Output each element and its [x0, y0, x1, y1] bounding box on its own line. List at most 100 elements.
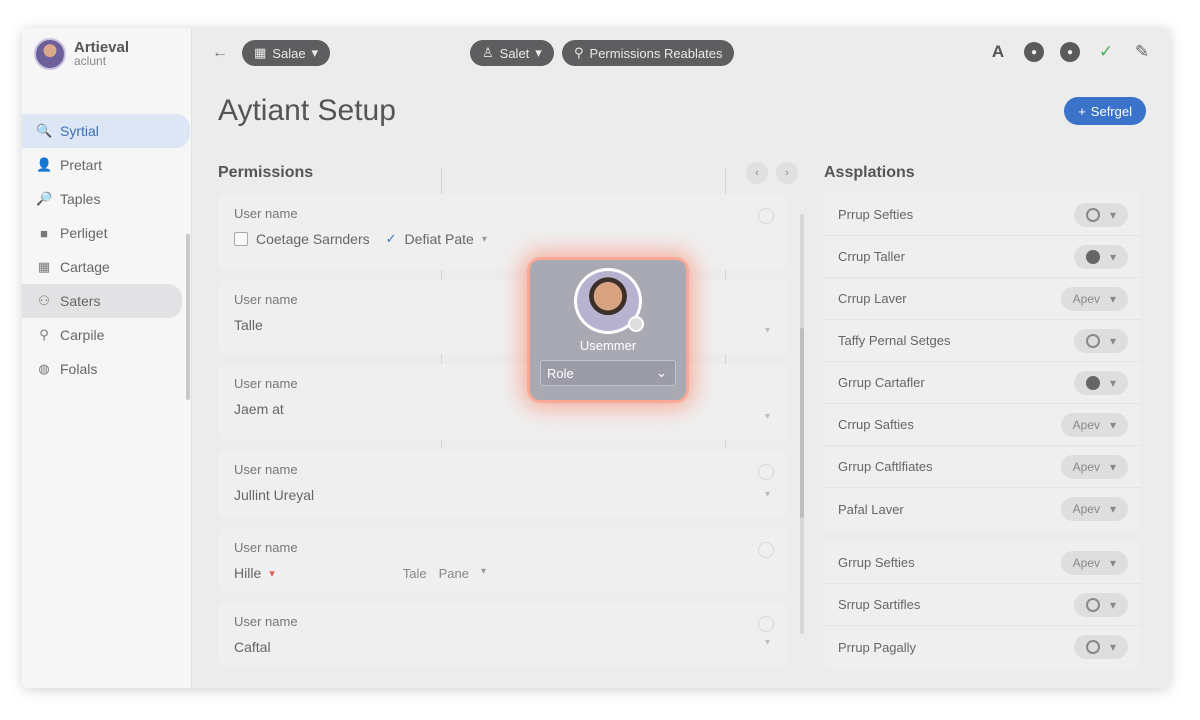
chevron-down-icon[interactable]: ▾	[269, 567, 275, 580]
sidebar-item-label: Folals	[60, 361, 98, 377]
permission-row[interactable]: User name Coetage Sarnders ✓ Defiat Pate…	[218, 194, 788, 270]
assignment-row[interactable]: Grrup Cartafler ▾	[824, 362, 1140, 404]
permission-row[interactable]: User name Talle ▾	[218, 280, 788, 354]
sidebar-item-saters[interactable]: ⚇ Saters	[22, 284, 182, 318]
chevron-down-icon[interactable]: ▾	[765, 489, 770, 500]
assignment-dropdown[interactable]: ▾	[1073, 202, 1128, 227]
assignment-row[interactable]: Grrup Sefties Apev ▾	[824, 542, 1140, 584]
assignment-dropdown[interactable]: Apev ▾	[1060, 412, 1128, 437]
assignment-row[interactable]: Taffy Pernal Setges ▾	[824, 320, 1140, 362]
calendar-icon: ▦	[37, 259, 51, 274]
check-icon[interactable]: ✓	[1096, 42, 1116, 62]
assignment-row[interactable]: Prrup Sefties ▾	[824, 194, 1140, 236]
sidebar-scrollbar[interactable]	[186, 234, 190, 400]
assignment-row[interactable]: Crrup Taller ▾	[824, 236, 1140, 278]
permission-row[interactable]: User name Jullint Ureyal ▾	[218, 450, 788, 518]
users-icon: ⚇	[38, 293, 50, 308]
globe-icon: ◍	[38, 361, 50, 376]
permissions-list: User name Coetage Sarnders ✓ Defiat Pate…	[218, 194, 788, 676]
toolbar-icons: A ● ● ✓ ✎	[988, 42, 1152, 62]
tag-pane[interactable]: Pane	[439, 566, 469, 581]
sidebar-item-label: Saters	[60, 293, 101, 309]
assignment-dropdown[interactable]: Apev ▾	[1060, 550, 1128, 575]
settings-icon[interactable]: ●	[1060, 42, 1080, 62]
assignment-row[interactable]: Srrup Sartifles ▾	[824, 584, 1140, 626]
sidebar-item-label: Taples	[60, 191, 101, 207]
chevron-down-icon[interactable]: ▾	[765, 325, 770, 336]
avatar	[34, 38, 66, 70]
radio-button[interactable]	[758, 464, 774, 480]
assignment-dropdown[interactable]: Apev ▾	[1060, 286, 1128, 311]
assignment-row[interactable]: Prrup Pagally ▾	[824, 626, 1140, 668]
tag-tale[interactable]: Tale	[403, 566, 427, 581]
search-icon: ⚲	[574, 45, 584, 60]
checkbox[interactable]	[234, 232, 248, 246]
refresh-icon	[1085, 207, 1100, 222]
assignment-row[interactable]: Crrup Safties Apev ▾	[824, 404, 1140, 446]
assignment-dropdown[interactable]: ▾	[1073, 592, 1128, 617]
assignment-label: Crrup Taller	[838, 249, 905, 264]
next-button[interactable]: ›	[776, 162, 798, 184]
sidebar-item-perliget[interactable]: ■ Perliget	[22, 216, 192, 250]
assignment-dropdown[interactable]: Apev ▾	[1060, 454, 1128, 479]
role-select[interactable]: Role ⌄	[540, 360, 676, 386]
assignment-row[interactable]: Crrup Laver Apev ▾	[824, 278, 1140, 320]
back-arrow-icon[interactable]: ←	[212, 44, 228, 62]
info-icon[interactable]: ●	[1024, 42, 1044, 62]
sidebar-item-pretart[interactable]: 👤 Pretart	[22, 148, 192, 182]
chevron-down-icon: ▾	[311, 45, 319, 60]
field-label: User name	[234, 206, 298, 221]
top-bar: ← ▦ Salae ▾ ♙ Salet ▾ ⚲ Permissions Reab…	[192, 28, 1170, 80]
sidebar-item-folals[interactable]: ◍ Folals	[22, 352, 192, 386]
chevron-down-icon[interactable]: ▾	[765, 411, 770, 422]
chevron-down-icon: ▾	[1109, 333, 1116, 348]
assignment-dropdown[interactable]: ▾	[1073, 635, 1128, 659]
edit-badge-icon[interactable]	[628, 316, 644, 332]
account-name: Artieval	[74, 39, 130, 56]
view-dropdown[interactable]: ▦ Salae ▾	[242, 40, 331, 66]
permission-row[interactable]: User name Jaem at ▾	[218, 364, 788, 440]
assignment-value: Apev	[1072, 555, 1100, 570]
user-value: Coetage Sarnders	[256, 231, 370, 247]
sidebar-item-label: Cartage	[60, 259, 110, 275]
field-label: User name	[234, 462, 298, 477]
assignment-row[interactable]: Grrup Caftlfiates Apev ▾	[824, 446, 1140, 488]
select-dropdown[interactable]: ♙ Salet ▾	[470, 40, 554, 66]
sidebar-item-syrtial[interactable]: 🔍 Syrtial	[22, 114, 190, 148]
radio-button[interactable]	[758, 616, 774, 632]
radio-button[interactable]	[758, 208, 774, 224]
assignment-dropdown[interactable]: ▾	[1073, 244, 1128, 269]
assignment-value: Apev	[1072, 459, 1100, 474]
assignment-dropdown[interactable]: Apev ▾	[1060, 497, 1128, 521]
sidebar-item-cartage[interactable]: ▦ Cartage	[22, 250, 192, 284]
permissions-scrollbar-thumb[interactable]	[800, 328, 804, 518]
assignment-row[interactable]: Pafal Laver Apev ▾	[824, 488, 1140, 530]
assignment-dropdown[interactable]: ▾	[1073, 370, 1128, 395]
permission-row[interactable]: User name Caftal ▾	[218, 602, 788, 666]
primary-action-button[interactable]: + Sefrgel	[1064, 97, 1146, 125]
permission-row[interactable]: User name Hille ▾ Tale Pane ▾	[218, 528, 788, 592]
permissions-search[interactable]: ⚲ Permissions Reablates	[562, 40, 735, 66]
chevron-down-icon[interactable]: ▾	[765, 637, 770, 648]
account-header[interactable]: Artieval aclunt	[34, 38, 129, 70]
chevron-down-icon: ▾	[1109, 502, 1116, 516]
default-role[interactable]: Defiat Pate	[405, 231, 474, 247]
sidebar-nav: 🔍 Syrtial 👤 Pretart 🔎 Taples ■ Perliget …	[22, 114, 192, 386]
chevron-down-icon: ▾	[1109, 597, 1116, 612]
chevron-down-icon: ▾	[481, 233, 487, 245]
assignment-label: Pafal Laver	[838, 501, 904, 517]
font-icon[interactable]: A	[988, 42, 1008, 62]
radio-button[interactable]	[758, 542, 774, 558]
assignment-value: Apev	[1072, 291, 1100, 306]
permissions-heading: Permissions	[218, 164, 314, 181]
sidebar: Artieval aclunt 🔍 Syrtial 👤 Pretart 🔎 Ta…	[22, 28, 192, 688]
prev-button[interactable]: ‹	[746, 162, 768, 184]
sidebar-item-taples[interactable]: 🔎 Taples	[22, 182, 192, 216]
sidebar-item-carpile[interactable]: ⚲ Carpile	[22, 318, 192, 352]
pencil-icon[interactable]: ✎	[1132, 42, 1152, 62]
field-label: User name	[234, 376, 298, 391]
assignment-dropdown[interactable]: ▾	[1073, 328, 1128, 353]
account-sub: aclunt	[74, 54, 107, 68]
assignment-label: Crrup Laver	[838, 291, 907, 306]
assignment-label: Taffy Pernal Setges	[838, 333, 951, 348]
